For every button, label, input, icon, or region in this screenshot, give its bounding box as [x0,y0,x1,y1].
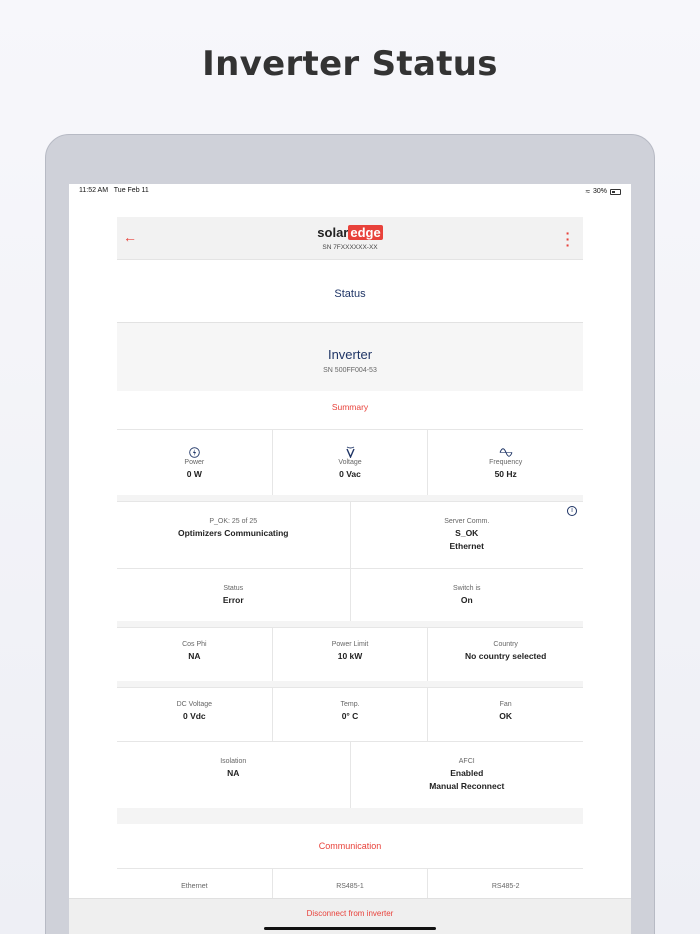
cos-phi-value: NA [188,651,201,661]
inverter-name: Inverter [327,347,373,362]
dc-voltage-value: 0 Vdc [182,711,206,721]
power-limit-cell: Power Limit 10 kW [273,628,429,681]
temp-label: Temp. [340,701,360,708]
power-cell: Power 0 W [117,430,273,495]
rs485-1-label: RS485-1 [336,883,364,890]
country-cell: Country No country selected [428,628,583,681]
home-indicator[interactable] [264,927,436,930]
battery-icon [610,188,621,195]
power-limit-label: Power Limit [331,641,369,648]
isolation-cell: Isolation NA [117,742,351,808]
server-comm-channel: Ethernet [449,541,484,551]
voltage-icon [273,445,428,459]
status-time: 11:52 AM [79,187,109,194]
frequency-label: Frequency [489,459,523,466]
isolation-value: NA [227,768,240,778]
status-switch-row: Status Error Switch is On [117,568,583,621]
optimizers-value: Optimizers Communicating [177,528,289,538]
dc-voltage-label: DC Voltage [176,701,213,708]
battery-percent: 30% [592,188,607,195]
frequency-cell: Frequency 50 Hz [428,430,583,495]
power-label: Power [184,459,205,466]
communication-heading: Communication [318,841,382,851]
power-limit-value: 10 kW [337,651,363,661]
status-bar: 11:52 AM Tue Feb 11 ≈ 30% [69,184,631,196]
status-value: Error [222,595,244,605]
status-heading: Status [334,288,366,300]
device-serial: SN 7FXXXXXX-XX [322,244,378,251]
section-gap [117,808,583,824]
country-value: No country selected [465,651,547,661]
status-time-date: 11:52 AM Tue Feb 11 [79,187,149,194]
logo-edge-text: edge [348,225,383,240]
fan-cell: Fan OK [428,688,583,741]
summary-row: Power 0 W Voltage 0 Vac Frequency 50 Hz [117,429,583,495]
status-right: ≈ 30% [586,187,621,196]
afci-label: AFCI [458,758,475,765]
solaredge-logo: solar edge [117,225,583,240]
bottom-action-bar: Disconnect from inverter [69,898,631,934]
temp-cell: Temp. 0° C [273,688,429,741]
dc-voltage-cell: DC Voltage 0 Vdc [117,688,273,741]
switch-label: Switch is [452,585,481,592]
logo-solar-text: solar [317,225,349,240]
status-date: Tue Feb 11 [113,187,149,194]
voltage-value: 0 Vac [339,469,361,479]
isolation-afci-row: Isolation NA AFCI Enabled Manual Reconne… [117,741,583,808]
optimizers-label: P_OK: 25 of 25 [209,518,258,525]
fan-label: Fan [499,701,512,708]
status-label: Status [223,585,244,592]
country-label: Country [493,641,518,648]
server-comm-value: S_OK [455,528,479,538]
ethernet-label: Ethernet [181,883,208,890]
afci-mode: Manual Reconnect [429,781,505,791]
wifi-icon: ≈ [585,187,590,196]
frequency-icon [428,445,583,459]
isolation-label: Isolation [220,758,247,765]
inverter-serial: SN 500FF004-53 [323,367,377,374]
rs485-2-label: RS485-2 [491,883,520,890]
voltage-cell: Voltage 0 Vac [273,430,429,495]
more-menu-icon[interactable]: · · · [565,226,571,252]
disconnect-button[interactable]: Disconnect from inverter [69,909,631,918]
afci-value: Enabled [450,768,484,778]
switch-value: On [460,595,473,605]
power-value: 0 W [186,469,202,479]
comm-status-row: P_OK: 25 of 25 Optimizers Communicating … [117,501,583,568]
summary-heading: Summary [331,402,369,412]
afci-cell: AFCI Enabled Manual Reconnect [351,742,584,808]
page-headline: Inverter Status [202,44,498,84]
nav-bar: ← solar edge SN 7FXXXXXX-XX · · · [117,217,583,260]
temp-value: 0° C [341,711,359,721]
server-comm-cell: i Server Comm. S_OK Ethernet [351,502,584,568]
fan-value: OK [499,711,513,721]
server-comm-label: Server Comm. [444,518,490,525]
cos-phi-cell: Cos Phi NA [117,628,273,681]
tablet-screen: 11:52 AM Tue Feb 11 ≈ 30% ← solar edge SN… [69,184,631,934]
cos-phi-label: Cos Phi [182,641,207,648]
info-icon[interactable]: i [567,506,577,516]
voltage-label: Voltage [338,459,362,466]
params-row-2: DC Voltage 0 Vdc Temp. 0° C Fan OK [117,687,583,741]
params-row-1: Cos Phi NA Power Limit 10 kW Country No … [117,627,583,681]
app-content: ← solar edge SN 7FXXXXXX-XX · · · Status In… [117,217,583,934]
power-icon [117,445,272,459]
optimizers-cell: P_OK: 25 of 25 Optimizers Communicating [117,502,351,568]
switch-cell: Switch is On [351,569,584,621]
frequency-value: 50 Hz [494,469,517,479]
status-cell: Status Error [117,569,351,621]
